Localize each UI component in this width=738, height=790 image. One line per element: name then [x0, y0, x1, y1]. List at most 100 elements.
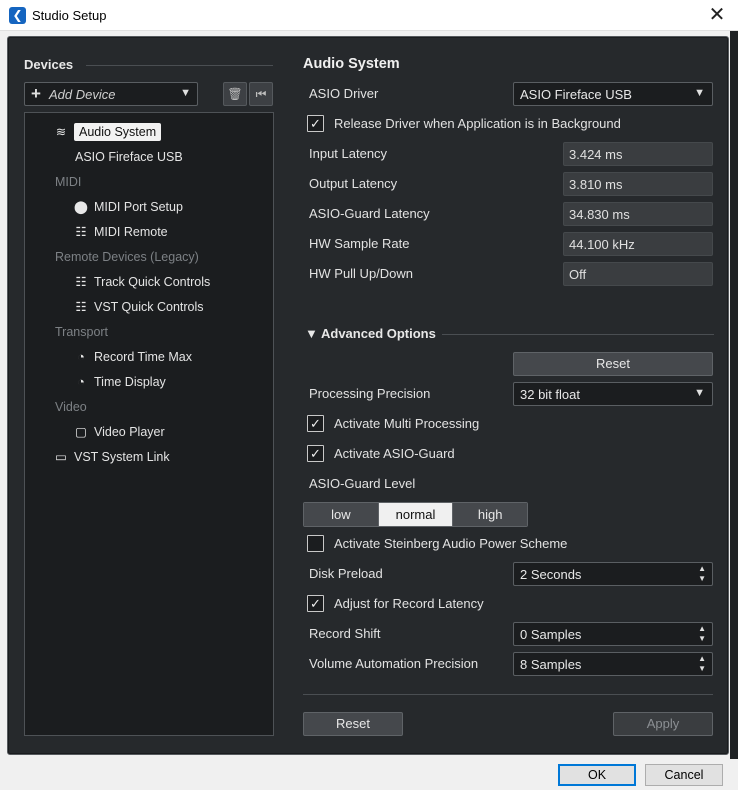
- tree-item-label: MIDI Port Setup: [94, 200, 183, 214]
- tree-category-label: Transport: [55, 325, 109, 339]
- tree-item-vst-quick-controls[interactable]: ☷ VST Quick Controls: [73, 296, 204, 318]
- tree-item-audio-system[interactable]: ≋ Audio System: [53, 121, 162, 143]
- volume-precision-label: Volume Automation Precision: [309, 656, 479, 671]
- divider: [303, 694, 713, 695]
- asio-guard-latency-value: 34.830 ms: [569, 207, 630, 222]
- tree-item-midi-remote[interactable]: ☷ MIDI Remote: [73, 221, 168, 243]
- advanced-options-toggle[interactable]: ▼ Advanced Options: [305, 326, 436, 341]
- tree-item-time-display[interactable]: ◔ Time Display: [73, 371, 166, 393]
- multi-processing-checkbox[interactable]: ✓: [307, 415, 324, 432]
- asio-guard-latency-readout: 34.830 ms: [563, 202, 713, 226]
- output-latency-label: Output Latency: [309, 176, 398, 191]
- processing-precision-dropdown[interactable]: 32 bit float ▼: [513, 382, 713, 406]
- triangle-down-icon: ▼: [305, 326, 321, 341]
- ok-button[interactable]: OK: [558, 764, 636, 786]
- asio-guard-level-high[interactable]: high: [453, 503, 527, 526]
- asio-guard-label: Activate ASIO-Guard: [334, 446, 455, 461]
- tree-item-label: MIDI Remote: [94, 225, 168, 239]
- tree-category-label: Remote Devices (Legacy): [55, 250, 199, 264]
- adjust-latency-label: Adjust for Record Latency: [334, 596, 484, 611]
- disk-preload-stepper[interactable]: 2 Seconds ▲ ▼: [513, 562, 713, 586]
- tree-category-video: Video: [55, 396, 87, 418]
- midi-port-icon: ⬤: [74, 200, 88, 214]
- window-title: Studio Setup: [32, 8, 107, 23]
- spin-updown-icon[interactable]: ▲ ▼: [698, 564, 706, 584]
- divider: [86, 65, 273, 66]
- disk-preload-label: Disk Preload: [309, 566, 383, 581]
- asio-driver-label: ASIO Driver: [309, 86, 379, 101]
- delete-device-button[interactable]: 🗑: [223, 82, 247, 106]
- advanced-options-label: Advanced Options: [321, 326, 436, 341]
- trash-icon: 🗑: [227, 87, 243, 101]
- check-icon: ✓: [310, 416, 321, 431]
- disk-preload-value: 2 Seconds: [520, 567, 582, 582]
- cancel-button[interactable]: Cancel: [645, 764, 723, 786]
- record-shift-value: 0 Samples: [520, 627, 582, 642]
- tree-item-track-quick-controls[interactable]: ☷ Track Quick Controls: [73, 271, 210, 293]
- volume-precision-value: 8 Samples: [520, 657, 582, 672]
- skip-back-icon: ⏮: [255, 87, 267, 101]
- add-device-label: Add Device: [49, 87, 116, 102]
- hw-pull-label: HW Pull Up/Down: [309, 266, 414, 281]
- spin-updown-icon[interactable]: ▲ ▼: [698, 654, 706, 674]
- hw-pull-value: Off: [569, 267, 587, 282]
- keyboard-icon: ☷: [75, 275, 87, 289]
- processing-precision-value: 32 bit float: [520, 387, 580, 402]
- keyboard-icon: ☷: [75, 300, 87, 314]
- multi-processing-label: Activate Multi Processing: [334, 416, 480, 431]
- panel-reset-button[interactable]: Reset: [303, 712, 403, 736]
- asio-driver-dropdown[interactable]: ASIO Fireface USB ▼: [513, 82, 713, 106]
- tree-item-midi-port-setup[interactable]: ⬤ MIDI Port Setup: [73, 196, 183, 218]
- tree-item-record-time-max[interactable]: ◔ Record Time Max: [73, 346, 192, 368]
- advanced-reset-button[interactable]: Reset: [513, 352, 713, 376]
- hw-sample-rate-readout: 44.100 kHz: [563, 232, 713, 256]
- input-latency-readout: 3.424 ms: [563, 142, 713, 166]
- input-latency-label: Input Latency: [309, 146, 388, 161]
- devices-header: Devices: [24, 57, 74, 72]
- asio-guard-level-normal[interactable]: normal: [378, 503, 454, 526]
- asio-guard-level-low[interactable]: low: [304, 503, 379, 526]
- release-driver-checkbox[interactable]: ✓: [307, 115, 324, 132]
- tree-item-asio-fireface[interactable]: ASIO Fireface USB: [75, 146, 183, 168]
- tree-item-label: Time Display: [94, 375, 166, 389]
- device-tree: ≋ Audio System ASIO Fireface USB MIDI ⬤ MI…: [24, 112, 274, 736]
- hw-sample-rate-label: HW Sample Rate: [309, 236, 410, 251]
- tree-item-label: Record Time Max: [94, 350, 192, 364]
- release-driver-label: Release Driver when Application is in Ba…: [334, 116, 621, 131]
- spin-updown-icon[interactable]: ▲ ▼: [698, 624, 706, 644]
- tree-category-remote-devices: Remote Devices (Legacy): [55, 246, 199, 268]
- caret-down-icon: ▼: [694, 387, 705, 399]
- background-strip: [730, 31, 738, 759]
- apply-button[interactable]: Apply: [613, 712, 713, 736]
- studio-setup-panel: Devices + Add Device ▼ 🗑 ⏮ ≋ Audio System…: [7, 36, 729, 755]
- output-latency-value: 3.810 ms: [569, 177, 623, 192]
- hw-sample-rate-value: 44.100 kHz: [569, 237, 635, 252]
- tree-item-label: Track Quick Controls: [94, 275, 211, 289]
- tree-category-transport: Transport: [55, 321, 108, 343]
- divider: [442, 334, 714, 335]
- tree-item-video-player[interactable]: ▢ Video Player: [73, 421, 165, 443]
- close-icon[interactable]: ✕: [704, 2, 730, 28]
- record-shift-stepper[interactable]: 0 Samples ▲ ▼: [513, 622, 713, 646]
- check-icon: ✓: [310, 116, 321, 131]
- power-scheme-checkbox[interactable]: [307, 535, 324, 552]
- tree-category-midi: MIDI: [55, 171, 81, 193]
- tree-category-label: MIDI: [55, 175, 82, 189]
- tree-item-label: ASIO Fireface USB: [75, 150, 183, 164]
- processing-precision-label: Processing Precision: [309, 386, 431, 401]
- volume-precision-stepper[interactable]: 8 Samples ▲ ▼: [513, 652, 713, 676]
- adjust-latency-checkbox[interactable]: ✓: [307, 595, 324, 612]
- tree-item-label: VST System Link: [74, 450, 170, 464]
- power-scheme-label: Activate Steinberg Audio Power Scheme: [334, 536, 568, 551]
- reset-device-button[interactable]: ⏮: [249, 82, 273, 106]
- tree-item-label: VST Quick Controls: [94, 300, 204, 314]
- asio-driver-value: ASIO Fireface USB: [520, 87, 632, 102]
- add-device-dropdown[interactable]: + Add Device ▼: [24, 82, 198, 106]
- asio-guard-checkbox[interactable]: ✓: [307, 445, 324, 462]
- tree-category-label: Video: [55, 400, 87, 414]
- tree-item-vst-system-link[interactable]: ▭ VST System Link: [53, 446, 170, 468]
- output-latency-readout: 3.810 ms: [563, 172, 713, 196]
- title-bar: ❮ Studio Setup ✕: [0, 0, 738, 31]
- tree-item-label: Audio System: [74, 123, 162, 141]
- caret-down-icon: ▼: [180, 87, 191, 99]
